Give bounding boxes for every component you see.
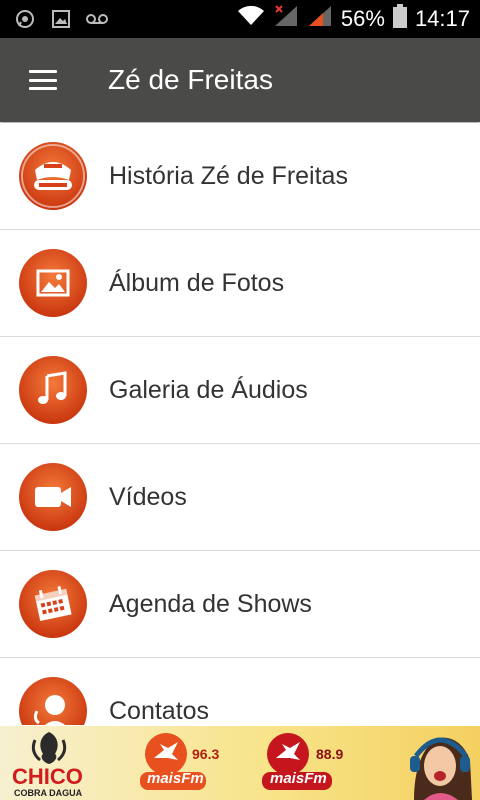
hamburger-menu-icon[interactable] [29,70,57,90]
menu-item-contatos[interactable]: Contatos [0,658,480,725]
menu-item-label: História Zé de Freitas [109,161,348,190]
battery-text: 56% [340,6,385,31]
signal-icon [273,4,299,34]
maisfm-88-freq: 88.9 [316,746,344,762]
contact-icon [19,677,87,725]
wifi-icon [237,5,265,33]
menu-item-label: Contatos [109,696,210,725]
page-title: Zé de Freitas [108,64,273,95]
menu-item-label: Agenda de Shows [109,589,312,618]
menu-item-label: Galeria de Áudios [109,375,308,404]
maisfm-88-name: maisFm [270,770,327,787]
menu-item-historia[interactable]: História Zé de Freitas [0,123,480,230]
voicemail-icon [86,8,108,30]
menu-item-label: Vídeos [109,482,187,511]
maisfm-96-freq: 96.3 [192,746,220,762]
singer-photo [410,737,472,800]
video-camera-icon [19,463,87,531]
calendar-icon [19,570,87,638]
app-toolbar: Zé de Freitas [0,38,480,122]
status-bar: 56% 14:17 [0,0,480,38]
music-note-icon [19,356,87,424]
photo-icon [19,249,87,317]
menu-item-agenda[interactable]: Agenda de Shows [0,551,480,658]
whatsapp-icon [14,8,36,30]
clock: 14:17 [414,6,470,31]
menu-list: História Zé de Freitas Álbum de Fotos Ga… [0,123,480,725]
menu-item-label: Álbum de Fotos [109,268,285,297]
chico-brand-subtext: COBRA DAGUA [14,788,83,798]
maisfm-96-name: maisFm [147,770,204,787]
logo-badge-icon [19,142,87,210]
menu-item-album[interactable]: Álbum de Fotos [0,230,480,337]
battery-icon [392,4,407,34]
signal-icon [307,4,333,34]
chico-brand-text: CHICO [12,764,83,789]
menu-item-audios[interactable]: Galeria de Áudios [0,337,480,444]
ad-banner[interactable]: CHICO COBRA DAGUA maisFm 96.3 maisFm 88.… [0,726,480,800]
menu-item-videos[interactable]: Vídeos [0,444,480,551]
image-icon [50,8,72,30]
